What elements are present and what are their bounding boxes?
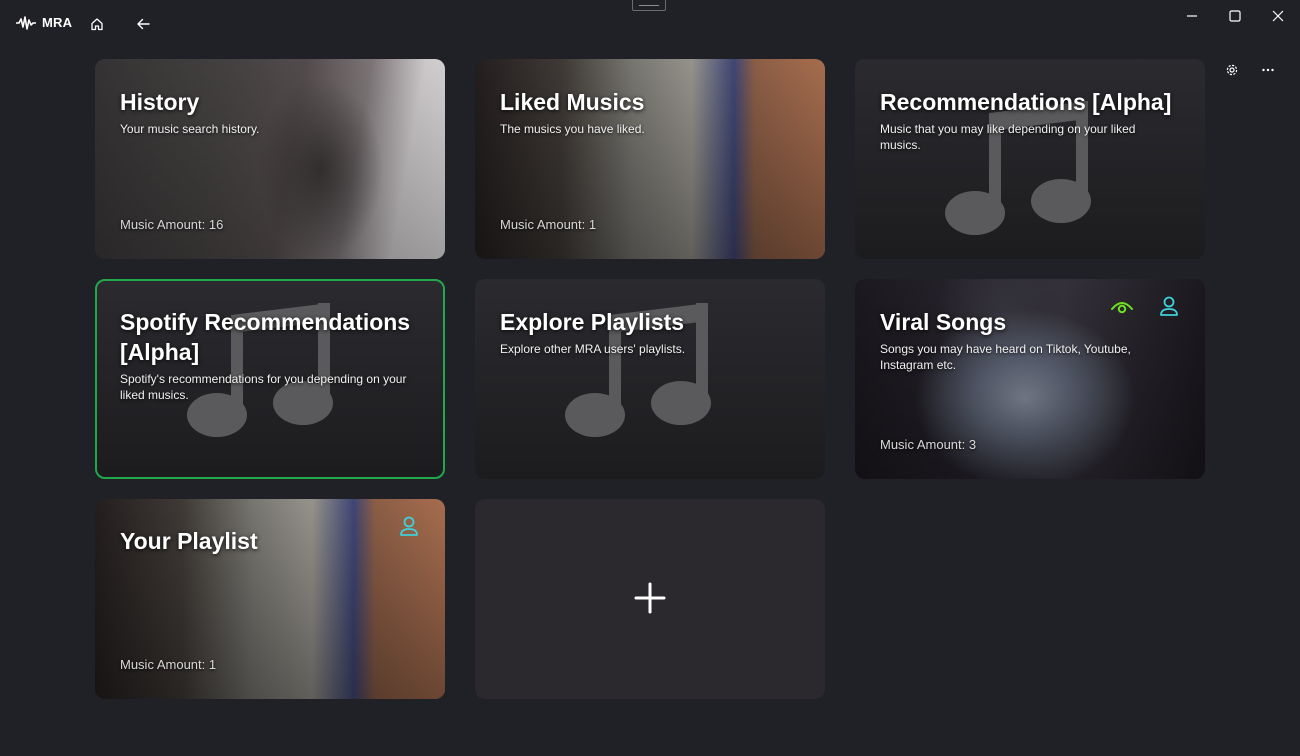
card-title: Viral Songs <box>880 309 1007 335</box>
card-description: Your music search history. <box>120 122 260 136</box>
minimize-icon <box>1187 15 1197 17</box>
card-description: Explore other MRA users' playlists. <box>500 342 686 356</box>
music-amount: Music Amount: 1 <box>120 657 217 672</box>
maximize-icon <box>1229 10 1241 22</box>
close-button[interactable] <box>1256 0 1300 32</box>
home-button[interactable] <box>85 12 109 36</box>
liked-musics-card[interactable]: Liked Musics The musics you have liked. … <box>475 59 825 259</box>
card-title: Recommendations [Alpha] <box>880 89 1172 115</box>
card-title: Liked Musics <box>500 89 645 115</box>
app-name: MRA <box>42 15 73 30</box>
card-description: The musics you have liked. <box>500 122 645 136</box>
back-button[interactable] <box>131 12 155 36</box>
soundwave-icon <box>16 15 36 30</box>
card-title: Your Playlist <box>120 528 258 554</box>
card-title: Spotify Recommendations [Alpha] <box>120 309 411 365</box>
back-arrow-icon <box>137 18 150 30</box>
card-title: History <box>120 89 200 115</box>
drag-handle[interactable] <box>632 0 666 11</box>
card-title: Explore Playlists <box>500 309 685 335</box>
card-description: Spotify's recommendations for you depend… <box>120 372 407 402</box>
viral-songs-card[interactable]: Viral Songs Songs you may have heard on … <box>855 279 1205 479</box>
close-icon <box>1272 10 1284 22</box>
music-amount: Music Amount: 1 <box>500 217 597 232</box>
card-description: Music that you may like depending on you… <box>880 122 1136 152</box>
app-logo: MRA <box>16 15 72 30</box>
spotify-recommendations-card[interactable]: Spotify Recommendations [Alpha] Spotify'… <box>95 279 445 479</box>
minimize-button[interactable] <box>1170 0 1214 32</box>
more-icon <box>1262 68 1274 72</box>
music-amount: Music Amount: 16 <box>120 217 224 232</box>
history-card[interactable]: History Your music search history. Music… <box>95 59 445 259</box>
gear-icon <box>1226 64 1238 76</box>
card-description: Songs you may have heard on Tiktok, Yout… <box>880 342 1131 372</box>
add-playlist-card[interactable] <box>475 499 825 699</box>
your-playlist-card[interactable]: Your Playlist Music Amount: 1 <box>95 499 445 699</box>
title-bar: MRA <box>0 0 1300 48</box>
home-icon <box>91 18 103 31</box>
more-button[interactable] <box>1252 54 1284 86</box>
recommendations-card[interactable]: Recommendations [Alpha] Music that you m… <box>855 59 1205 259</box>
maximize-button[interactable] <box>1213 0 1257 32</box>
plus-icon <box>634 582 666 614</box>
music-amount: Music Amount: 3 <box>880 437 977 452</box>
settings-button[interactable] <box>1216 54 1248 86</box>
explore-playlists-card[interactable]: Explore Playlists Explore other MRA user… <box>475 279 825 479</box>
